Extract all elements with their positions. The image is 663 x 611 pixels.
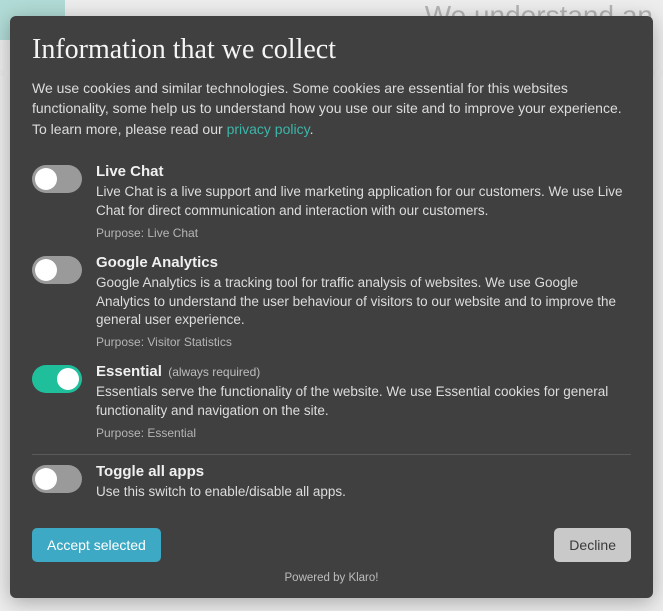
consent-item-purpose: Purpose: Visitor Statistics <box>96 335 631 349</box>
consent-item-google-analytics: Google Analytics Google Analytics is a t… <box>32 248 631 358</box>
toggle-essential <box>32 365 82 393</box>
accept-selected-button[interactable]: Accept selected <box>32 528 161 562</box>
powered-by: Powered by Klaro! <box>32 572 631 584</box>
consent-item-title-text: Google Analytics <box>96 254 218 271</box>
toggle-livechat[interactable] <box>32 165 82 193</box>
consent-item-title-text: Essential <box>96 363 162 380</box>
consent-item-title: Live Chat <box>96 163 631 180</box>
toggle-all-apps[interactable] <box>32 465 82 493</box>
modal-footer: Accept selected Decline <box>32 528 631 562</box>
toggle-knob <box>35 168 57 190</box>
consent-item-purpose: Purpose: Essential <box>96 426 631 440</box>
decline-button[interactable]: Decline <box>554 528 631 562</box>
toggle-knob <box>35 468 57 490</box>
toggle-knob <box>35 259 57 281</box>
toggle-google-analytics[interactable] <box>32 256 82 284</box>
consent-item-title: Google Analytics <box>96 254 631 271</box>
consent-item-toggle-all: Toggle all apps Use this switch to enabl… <box>32 457 631 510</box>
toggle-knob <box>57 368 79 390</box>
consent-item-desc: Use this switch to enable/disable all ap… <box>96 483 631 502</box>
consent-item-desc: Live Chat is a live support and live mar… <box>96 183 631 221</box>
consent-item-body: Live Chat Live Chat is a live support an… <box>96 163 631 240</box>
modal-title: Information that we collect <box>32 34 631 66</box>
consent-item-title: Essential (always required) <box>96 363 631 380</box>
consent-item-body: Essential (always required) Essentials s… <box>96 363 631 440</box>
consent-item-desc: Google Analytics is a tracking tool for … <box>96 274 631 331</box>
consent-item-title-text: Toggle all apps <box>96 463 204 480</box>
consent-item-purpose: Purpose: Live Chat <box>96 226 631 240</box>
consent-item-livechat: Live Chat Live Chat is a live support an… <box>32 157 631 248</box>
cookie-consent-modal: Information that we collect We use cooki… <box>10 16 653 598</box>
privacy-policy-link[interactable]: privacy policy <box>227 121 310 137</box>
separator <box>32 454 631 455</box>
consent-item-essential: Essential (always required) Essentials s… <box>32 357 631 448</box>
consent-item-title-text: Live Chat <box>96 163 164 180</box>
consent-item-body: Toggle all apps Use this switch to enabl… <box>96 463 631 502</box>
consent-item-desc: Essentials serve the functionality of th… <box>96 383 631 421</box>
consent-item-title: Toggle all apps <box>96 463 631 480</box>
modal-intro: We use cookies and similar technologies.… <box>32 78 631 139</box>
consent-item-body: Google Analytics Google Analytics is a t… <box>96 254 631 350</box>
modal-intro-text: We use cookies and similar technologies.… <box>32 80 622 137</box>
consent-item-required: (always required) <box>165 365 260 379</box>
modal-intro-suffix: . <box>310 121 314 137</box>
